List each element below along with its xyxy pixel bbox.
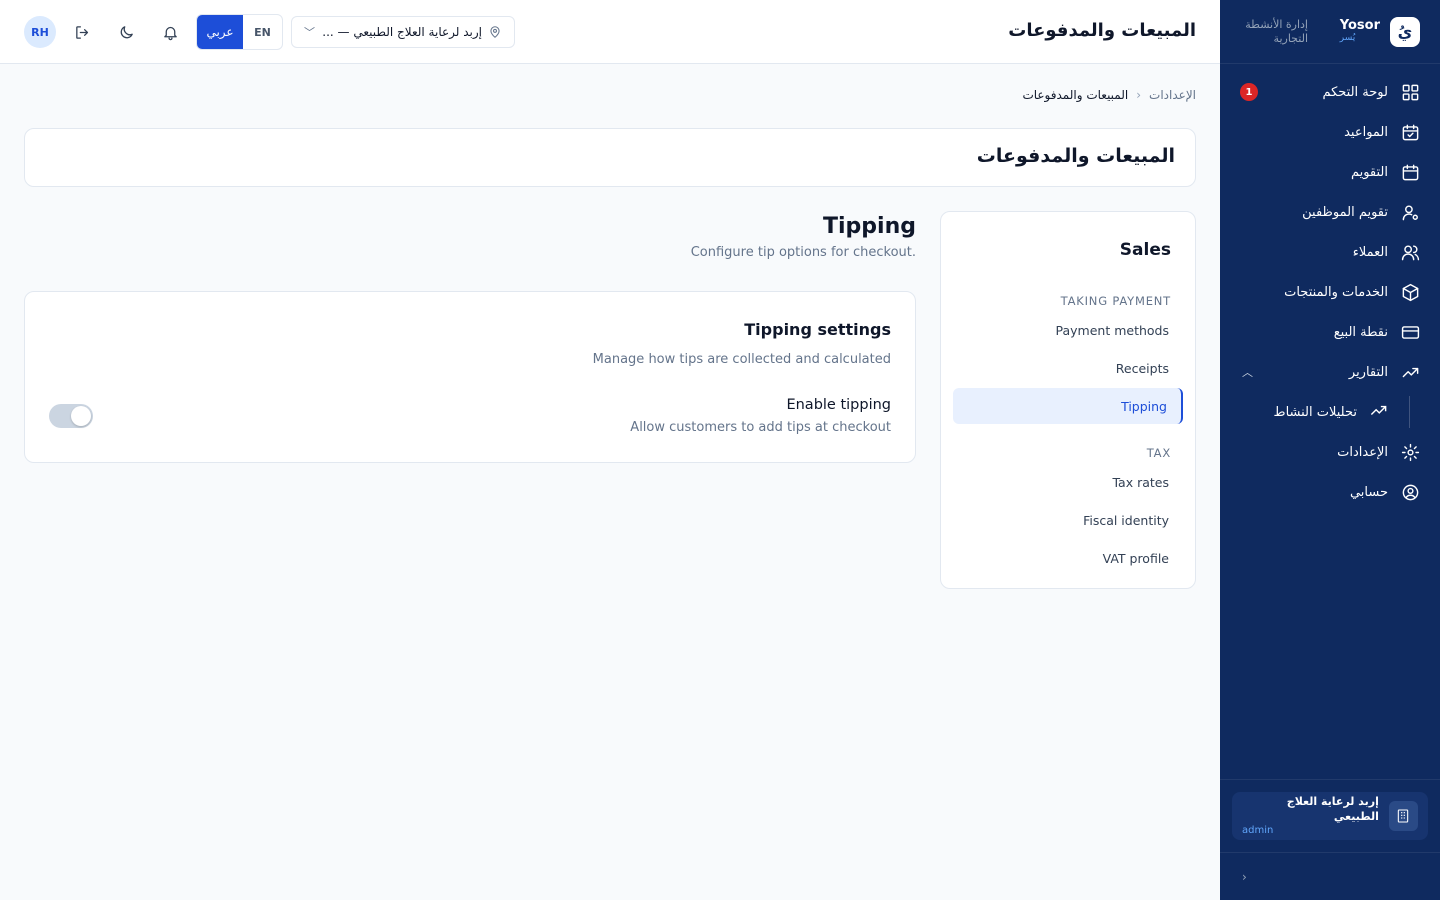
sidebar-item-label: الإعدادات — [1337, 444, 1388, 460]
sidebar-item-appointments[interactable]: المواعيد — [1220, 112, 1440, 152]
trend-up-icon — [1369, 401, 1388, 424]
sidebar-item-label: المواعيد — [1344, 124, 1388, 140]
tipping-subtitle: Configure tip options for checkout. — [690, 245, 916, 260]
calendar-icon — [1400, 162, 1420, 182]
user-gear-icon — [1400, 202, 1420, 222]
sidebar-item-label: حسابي — [1349, 484, 1388, 500]
location-select[interactable]: إربد لرعاية العلاج الطبيعي — ... ﹀ — [291, 16, 515, 48]
building-icon — [1388, 801, 1418, 831]
brand-logo-icon: يُ — [1390, 16, 1420, 47]
tipping-settings-title: Tipping settings — [744, 320, 891, 339]
breadcrumb: الإعدادات ‹ المبيعات والمدفوعات — [1022, 88, 1196, 102]
tipping-section-header: Tipping Configure tip options for checko… — [691, 214, 916, 260]
credit-card-icon — [1400, 322, 1420, 342]
chevron-left-icon: ‹ — [1136, 88, 1142, 102]
brand-tagline: إدارة الأنشطة التجارية — [1245, 17, 1308, 45]
sidebar-item-pos[interactable]: نقطة البيع — [1220, 312, 1440, 352]
sidebar-item-label: التقويم — [1350, 164, 1388, 180]
sidebar-item-label: تحليلات النشاط — [1273, 404, 1357, 420]
section-label-taking-payment: TAKING PAYMENT — [1060, 294, 1171, 308]
sidebar-item-label: العملاء — [1352, 244, 1388, 260]
sidebar-item-calendar[interactable]: التقويم — [1220, 152, 1440, 192]
tipping-title: Tipping — [823, 214, 916, 239]
sidebar-item-clients[interactable]: العملاء — [1220, 232, 1440, 272]
chevron-up-icon[interactable]: ︿ — [1242, 364, 1253, 380]
sidebar-item-settings[interactable]: الإعدادات — [1220, 432, 1440, 472]
bell-icon[interactable] — [158, 20, 182, 44]
enable-tipping-label: Enable tipping — [786, 397, 891, 413]
tipping-settings-desc: Manage how tips are collected and calcul… — [592, 352, 891, 367]
page-title-card: المبيعات والمدفوعات — [24, 128, 1196, 187]
gear-icon — [1400, 442, 1420, 462]
sidebar-item-staff-calendar[interactable]: تقويم الموظفين — [1220, 192, 1440, 232]
logout-icon[interactable] — [70, 20, 94, 44]
dashboard-grid-icon — [1400, 82, 1420, 102]
org-switcher[interactable]: إربد لرعاية العلاج الطبيعي admin — [1232, 792, 1428, 840]
sidebar-item-label: لوحة التحكم — [1322, 84, 1388, 100]
org-role: admin — [1242, 824, 1274, 836]
calendar-check-icon — [1400, 122, 1420, 142]
collapse-sidebar-button[interactable]: › — [1220, 852, 1440, 900]
menu-link-payment-methods[interactable]: Payment methods — [953, 312, 1183, 348]
trend-up-icon — [1400, 362, 1420, 382]
avatar[interactable]: RH — [24, 16, 56, 48]
enable-tipping-desc: Allow customers to add tips at checkout — [630, 420, 891, 435]
topbar: المبيعات والمدفوعات RH عربي EN إربد لرعا… — [0, 0, 1220, 64]
org-name: إربد لرعاية العلاج الطبيعي — [1286, 795, 1379, 823]
sidebar-item-label: نقطة البيع — [1333, 324, 1388, 340]
box-icon — [1400, 282, 1420, 302]
chevron-down-icon: ﹀ — [304, 26, 315, 39]
sidebar-item-label: الخدمات والمنتجات — [1284, 284, 1388, 300]
sidebar-subitem-analytics[interactable]: تحليلات النشاط — [1220, 392, 1440, 432]
menu-link-vat-profile[interactable]: VAT profile — [953, 540, 1183, 576]
sidebar-item-label: التقارير — [1348, 364, 1388, 380]
menu-link-fiscal-identity[interactable]: Fiscal identity — [953, 502, 1183, 538]
menu-link-receipts[interactable]: Receipts — [953, 350, 1183, 386]
sidebar-nav: لوحة التحكم 1 المواعيد التقويم تقويم الم… — [1220, 64, 1440, 512]
page-title: المبيعات والمدفوعات — [1008, 20, 1196, 41]
location-value: إربد لرعاية العلاج الطبيعي — ... — [322, 25, 482, 39]
user-circle-icon — [1400, 482, 1420, 502]
enable-tipping-toggle[interactable] — [49, 404, 93, 428]
page-heading: المبيعات والمدفوعات — [976, 145, 1175, 167]
sales-settings-menu: Sales TAKING PAYMENT Payment methods Rec… — [940, 211, 1196, 589]
sidebar-footer: إربد لرعاية العلاج الطبيعي admin › — [1220, 779, 1440, 900]
brand-name-en: Yosor — [1339, 18, 1380, 34]
map-pin-icon — [490, 26, 500, 38]
menu-link-tax-rates[interactable]: Tax rates — [953, 464, 1183, 500]
toggle-knob — [71, 406, 91, 426]
sidebar-item-label: تقويم الموظفين — [1302, 204, 1388, 220]
users-icon — [1400, 242, 1420, 262]
sidebar-item-reports[interactable]: التقارير ︿ — [1220, 352, 1440, 392]
language-switch: عربي EN — [196, 14, 283, 50]
breadcrumb-current: المبيعات والمدفوعات — [1022, 88, 1129, 102]
brand-logo-group[interactable]: يُ Yosor يُسر — [1339, 16, 1420, 47]
brand-name-ar: يُسر — [1339, 32, 1356, 43]
section-label-tax: TAX — [1146, 446, 1171, 460]
main-content: الإعدادات ‹ المبيعات والمدفوعات المبيعات… — [0, 64, 1220, 900]
lang-en-button[interactable]: EN — [243, 15, 282, 49]
brand: يُ Yosor يُسر إدارة الأنشطة التجارية — [1220, 0, 1440, 64]
moon-icon[interactable] — [114, 20, 138, 44]
menu-link-tipping[interactable]: Tipping — [953, 388, 1183, 424]
tipping-settings-card: Tipping settings Manage how tips are col… — [24, 291, 916, 463]
notification-badge: 1 — [1240, 83, 1258, 101]
sidebar-item-dashboard[interactable]: لوحة التحكم 1 — [1220, 72, 1440, 112]
sidebar-item-services[interactable]: الخدمات والمنتجات — [1220, 272, 1440, 312]
chevron-right-icon: › — [1242, 869, 1247, 884]
sidebar-item-account[interactable]: حسابي — [1220, 472, 1440, 512]
sales-menu-heading: Sales — [1119, 240, 1171, 260]
lang-ar-button[interactable]: عربي — [197, 15, 243, 49]
breadcrumb-parent[interactable]: الإعدادات — [1149, 88, 1196, 102]
sidebar: يُ Yosor يُسر إدارة الأنشطة التجارية لوح… — [1220, 0, 1440, 900]
